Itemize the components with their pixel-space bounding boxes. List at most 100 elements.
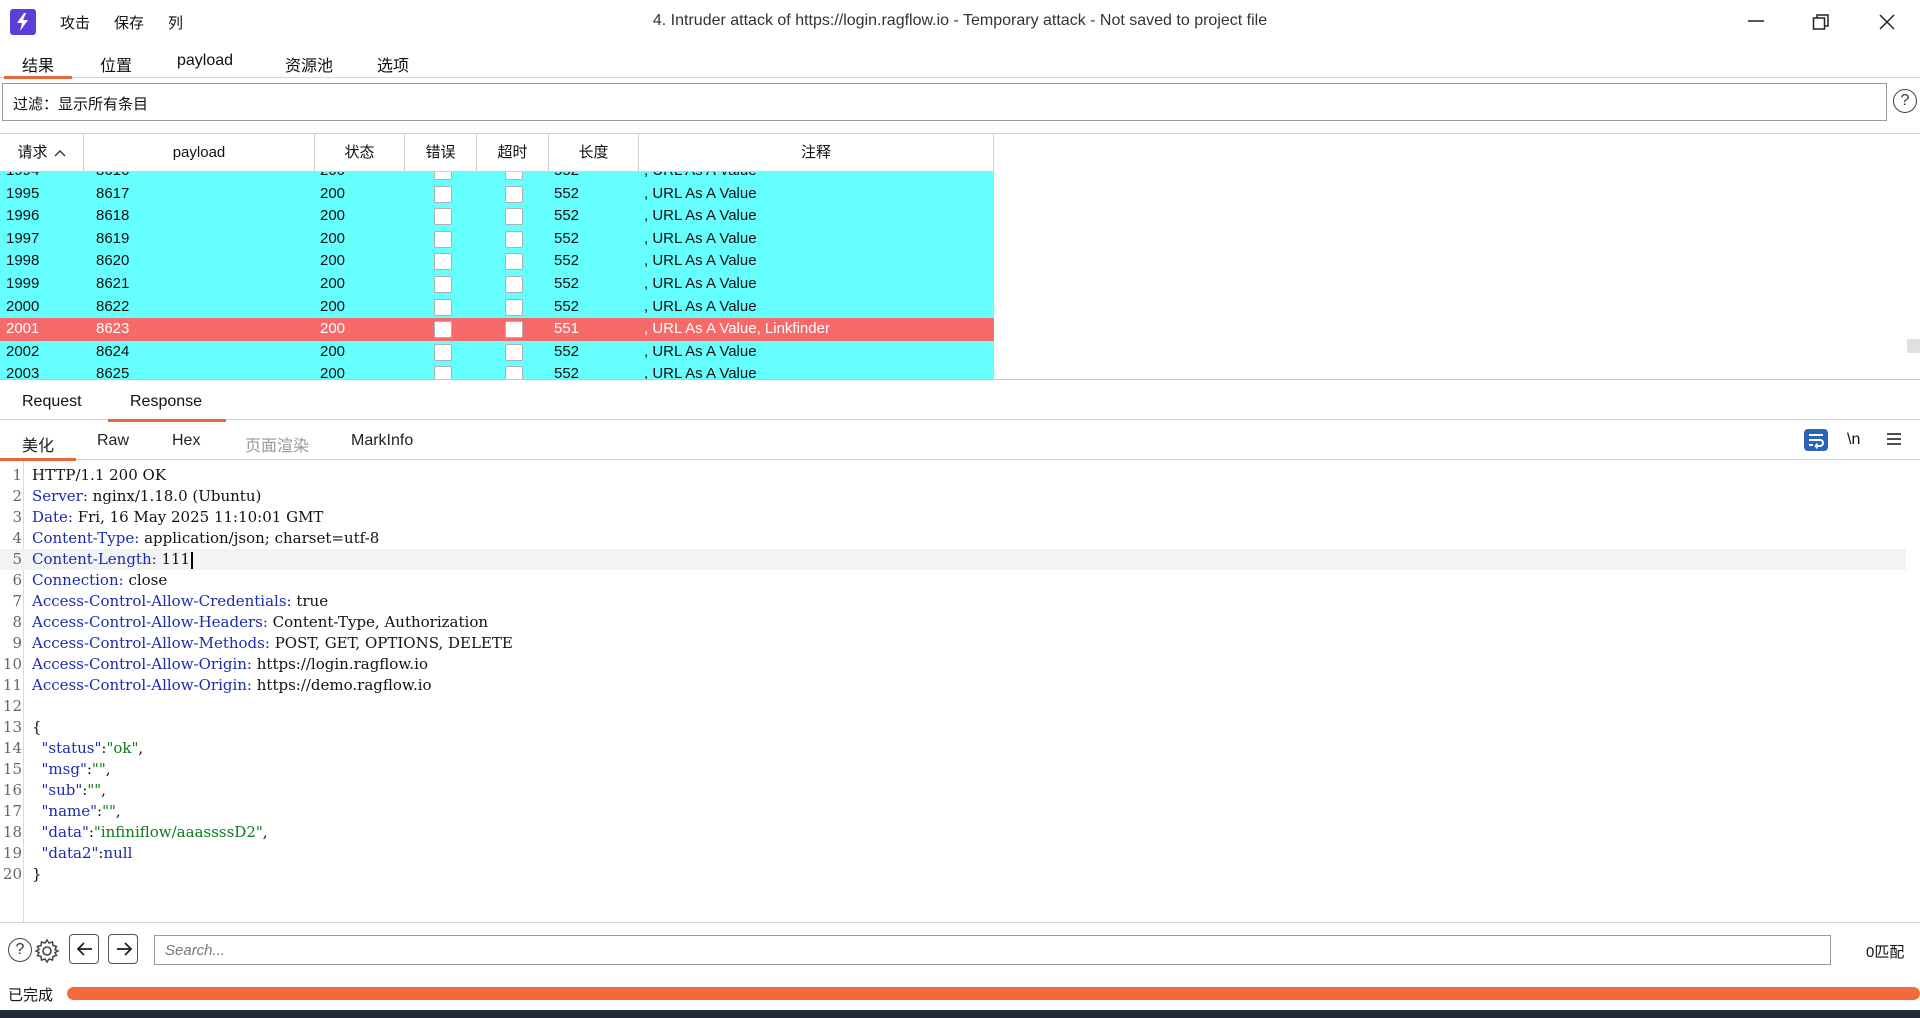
tab-response[interactable]: Response <box>107 393 227 422</box>
table-row[interactable]: 2003 8625 200 552 , URL As A Value <box>0 363 994 380</box>
tab-resource-pool[interactable]: 资源池 <box>285 52 333 76</box>
header-name: "name" <box>32 802 98 820</box>
code-text: Access-Control-Allow-Methods: POST, GET,… <box>32 633 513 654</box>
header-name: "data" <box>32 823 89 841</box>
code-line: 12 <box>0 696 1906 717</box>
tab-positions[interactable]: 位置 <box>100 52 132 76</box>
table-row[interactable]: 1994 8616 200 552 , URL As A Value <box>0 172 994 183</box>
header-name: Content-Type: <box>32 529 140 547</box>
code-line: 2 Server: nginx/1.18.0 (Ubuntu) <box>0 486 1906 507</box>
cell-status: 200 <box>320 274 346 292</box>
word-wrap-icon[interactable] <box>1804 428 1828 454</box>
code-line: 10 Access-Control-Allow-Origin: https://l… <box>0 654 1906 675</box>
header-error[interactable]: 错误 <box>405 134 477 172</box>
filter-bar[interactable]: 过滤：显示所有条目 <box>2 83 1887 121</box>
table-row[interactable]: 2002 8624 200 552 , URL As A Value <box>0 340 994 364</box>
close-button[interactable] <box>1869 6 1905 36</box>
header-value: { <box>32 718 42 736</box>
header-timeout[interactable]: 超时 <box>477 134 549 172</box>
code-line: 20} <box>0 864 1906 885</box>
tab-raw[interactable]: Raw <box>97 432 129 450</box>
newline-toggle-icon[interactable]: \n <box>1847 431 1860 457</box>
header-status[interactable]: 状态 <box>315 134 405 172</box>
line-number: 5 <box>12 550 22 568</box>
search-input[interactable] <box>154 935 1831 965</box>
tab-markinfo[interactable]: MarkInfo <box>351 432 413 450</box>
cell-length: 552 <box>554 365 580 380</box>
header-name: Server: <box>32 487 88 505</box>
match-count: 0匹配 <box>1866 944 1905 961</box>
header-request[interactable]: 请求 <box>0 134 84 172</box>
code-text: Connection: close <box>32 570 167 591</box>
code-text: Content-Type: application/json; charset=… <box>32 528 379 549</box>
header-value: Content-Type, Authorization <box>267 613 489 631</box>
cell-length: 552 <box>554 297 580 315</box>
table-row[interactable]: 1997 8619 200 552 , URL As A Value <box>0 227 994 251</box>
error-checkbox <box>434 230 452 248</box>
timeout-checkbox <box>505 253 523 271</box>
header-name: "sub" <box>32 781 83 799</box>
tab-payload[interactable]: payload <box>177 52 233 70</box>
header-name: Access-Control-Allow-Credentials: <box>32 592 292 610</box>
tab-options[interactable]: 选项 <box>377 52 409 76</box>
table-row[interactable]: 2001 8623 200 551 , URL As A Value, Linkfind… <box>0 318 994 341</box>
cell-status: 200 <box>320 172 345 183</box>
error-checkbox <box>434 208 452 226</box>
tab-hex[interactable]: Hex <box>172 432 200 450</box>
table-body: 1994 8616 200 552 , URL As A Value 1995 8617 20… <box>0 172 994 380</box>
code-text: Access-Control-Allow-Origin: https://dem… <box>32 675 432 696</box>
code-text: "data":"infiniflow/aaassssD2", <box>32 822 268 843</box>
header-value: Fri, 16 May 2025 11:10:01 GMT <box>72 508 324 526</box>
filter-help-icon[interactable]: ? <box>1893 89 1917 113</box>
cell-length: 552 <box>554 342 580 360</box>
header-comment[interactable]: 注释 <box>639 134 994 172</box>
table-row[interactable]: 1999 8621 200 552 , URL As A Value <box>0 272 994 296</box>
error-checkbox <box>434 366 452 379</box>
tab-pretty[interactable]: 美化 <box>0 432 77 461</box>
header-payload[interactable]: payload <box>84 134 315 172</box>
header-length[interactable]: 长度 <box>549 134 639 172</box>
code-line: 16 "sub":"", <box>0 780 1906 801</box>
json-string: "" <box>102 802 116 820</box>
header-name: Date: <box>32 508 73 526</box>
table-row[interactable]: 1995 8617 200 552 , URL As A Value <box>0 182 994 206</box>
tab-results[interactable]: 结果 <box>3 52 73 79</box>
cell-request: 1994 <box>6 172 39 183</box>
search-previous-button[interactable] <box>69 934 99 964</box>
code-text: Access-Control-Allow-Headers: Content-Ty… <box>32 612 488 633</box>
restore-button[interactable] <box>1803 6 1839 36</box>
code-line: 14 "status":"ok", <box>0 738 1906 759</box>
tab-render[interactable]: 页面渲染 <box>245 432 309 456</box>
json-punct: , <box>101 781 106 799</box>
json-string: "ok" <box>106 739 139 757</box>
filter-text: 过滤：显示所有条目 <box>13 96 149 113</box>
main-tabs: 结果 位置 payload 资源池 选项 <box>0 44 1920 79</box>
line-number: 16 <box>2 781 22 799</box>
cell-comment: , URL As A Value <box>644 172 757 183</box>
json-string: "" <box>87 781 102 799</box>
minimize-icon <box>1748 20 1764 22</box>
table-scrollbar[interactable] <box>1907 339 1920 353</box>
settings-gear-icon[interactable] <box>34 938 60 964</box>
table-row[interactable]: 2000 8622 200 552 , URL As A Value <box>0 295 994 319</box>
tab-request[interactable]: Request <box>22 393 82 411</box>
cell-length: 552 <box>554 274 580 292</box>
header-name: Access-Control-Allow-Origin: <box>32 655 252 673</box>
cell-request: 2003 <box>6 365 40 380</box>
hamburger-menu-icon[interactable] <box>1886 431 1902 457</box>
header-name: Content-Length: <box>32 550 157 568</box>
response-editor[interactable]: 1 HTTP/1.1 200 OK 2 Server: nginx/1.18.0 (U… <box>0 461 1920 923</box>
cell-status: 200 <box>320 229 346 247</box>
results-table: 请求 payload 状态 错误 超时 长度 注释 1994 8616 200 552… <box>0 133 1920 380</box>
cell-request: 1995 <box>6 184 40 202</box>
line-number: 9 <box>12 634 22 652</box>
cell-status: 200 <box>320 252 346 270</box>
search-help-icon[interactable]: ? <box>8 938 32 962</box>
table-row[interactable]: 1996 8618 200 552 , URL As A Value <box>0 205 994 228</box>
search-next-button[interactable] <box>108 934 138 964</box>
code-text: Access-Control-Allow-Origin: https://log… <box>32 654 428 675</box>
cell-payload: 8619 <box>96 229 130 247</box>
cell-length: 552 <box>554 252 580 270</box>
table-row[interactable]: 1998 8620 200 552 , URL As A Value <box>0 250 994 273</box>
minimize-button[interactable] <box>1738 6 1774 36</box>
